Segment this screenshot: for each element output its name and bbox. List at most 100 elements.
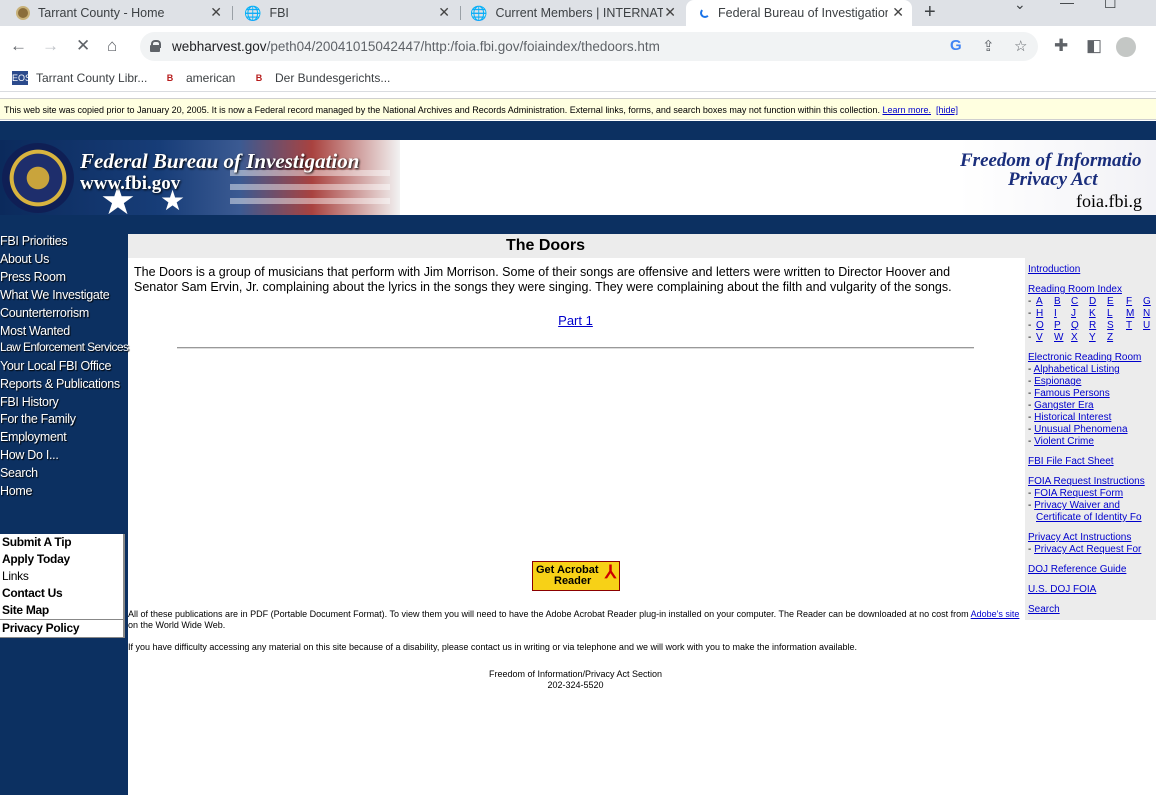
letter-link[interactable]: O (1036, 320, 1044, 331)
close-icon[interactable]: ✕ (438, 4, 450, 21)
forward-icon[interactable]: → (42, 36, 59, 56)
letter-link[interactable]: J (1071, 308, 1076, 319)
bookmark-american[interactable]: B american (162, 71, 236, 85)
contact-us-button[interactable]: Contact Us (0, 585, 125, 603)
letter-link[interactable]: H (1036, 308, 1043, 319)
letter-link[interactable]: S (1107, 320, 1114, 331)
nav-search[interactable]: Search (0, 466, 38, 480)
err-gangster-era-link[interactable]: Gangster Era (1034, 400, 1093, 411)
err-historical-interest-link[interactable]: Historical Interest (1034, 412, 1111, 423)
url-text[interactable]: webharvest.gov/peth04/20041015042447/htt… (172, 39, 660, 54)
letter-link[interactable]: G (1143, 296, 1151, 307)
home-icon[interactable]: ⌂ (107, 36, 117, 56)
letter-link[interactable]: Y (1089, 332, 1096, 343)
err-famous-persons-link[interactable]: Famous Persons (1034, 388, 1110, 399)
google-icon[interactable]: G (950, 37, 962, 54)
fbi-file-fact-sheet-link[interactable]: FBI File Fact Sheet (1028, 456, 1114, 467)
electronic-reading-room-link[interactable]: Electronic Reading Room (1028, 352, 1141, 363)
tab-search-chevron-icon[interactable]: ⌄ (1014, 0, 1026, 13)
certificate-identity-link[interactable]: Certificate of Identity Fo (1036, 512, 1142, 523)
letter-link[interactable]: U (1143, 320, 1150, 331)
bookmark-tarrant[interactable]: EOS Tarrant County Libr... (12, 71, 147, 85)
letter-link[interactable]: X (1071, 332, 1078, 343)
hide-notice-link[interactable]: [hide] (936, 105, 958, 115)
letter-link[interactable]: L (1107, 308, 1113, 319)
address-bar[interactable]: webharvest.gov/peth04/20041015042447/htt… (140, 32, 1038, 61)
privacy-act-instructions-link[interactable]: Privacy Act Instructions (1028, 532, 1131, 543)
nav-fbi-priorities[interactable]: FBI Priorities (0, 234, 68, 248)
nav-most-wanted[interactable]: Most Wanted (0, 324, 70, 338)
adobe-site-link[interactable]: Adobe's site (971, 609, 1020, 619)
nav-local-fbi-office[interactable]: Your Local FBI Office (0, 359, 111, 373)
letter-link[interactable]: B (1054, 296, 1061, 307)
minimize-icon[interactable]: — (1060, 0, 1074, 10)
letter-link[interactable]: A (1036, 296, 1043, 307)
submit-a-tip-button[interactable]: Submit A Tip (0, 534, 125, 552)
letter-link[interactable]: V (1036, 332, 1043, 343)
nav-press-room[interactable]: Press Room (0, 270, 66, 284)
nav-reports-publications[interactable]: Reports & Publications (0, 377, 120, 391)
profile-avatar-icon[interactable] (1116, 37, 1136, 57)
share-icon[interactable]: ⇪ (982, 37, 995, 55)
side-panel-icon[interactable]: ◧ (1086, 36, 1102, 56)
letter-link[interactable]: N (1143, 308, 1150, 319)
tab-current-members[interactable]: 🌐 Current Members | INTERNATI ✕ (464, 0, 684, 26)
foia-request-form-link[interactable]: FOIA Request Form (1034, 488, 1123, 499)
extensions-icon[interactable]: ✚ (1054, 36, 1068, 56)
close-icon[interactable]: ✕ (210, 4, 222, 21)
reading-room-index-link[interactable]: Reading Room Index (1028, 284, 1122, 295)
err-unusual-phenomena-link[interactable]: Unusual Phenomena (1034, 424, 1127, 435)
stop-icon[interactable]: ✕ (76, 36, 90, 56)
nav-how-do-i[interactable]: How Do I... (0, 448, 59, 462)
part-1-link[interactable]: Part 1 (558, 313, 593, 328)
letter-link[interactable]: Q (1071, 320, 1079, 331)
introduction-link[interactable]: Introduction (1028, 264, 1080, 275)
foia-banner[interactable]: Freedom of Informatio Privacy Act foia.f… (958, 140, 1156, 215)
nav-what-we-investigate[interactable]: What We Investigate (0, 288, 110, 302)
letter-link[interactable]: M (1126, 308, 1134, 319)
nav-employment[interactable]: Employment (0, 430, 67, 444)
get-acrobat-reader-button[interactable]: Get Acrobat Reader ⅄ (532, 561, 620, 591)
letter-link[interactable]: C (1071, 296, 1078, 307)
foia-request-instructions-link[interactable]: FOIA Request Instructions (1028, 476, 1145, 487)
back-icon[interactable]: ← (10, 36, 27, 56)
letter-link[interactable]: T (1126, 320, 1132, 331)
right-search-link[interactable]: Search (1028, 604, 1060, 615)
letter-link[interactable]: W (1054, 332, 1063, 343)
letter-link[interactable]: I (1054, 308, 1057, 319)
us-doj-foia-link[interactable]: U.S. DOJ FOIA (1028, 584, 1096, 595)
new-tab-button[interactable]: + (924, 1, 936, 24)
privacy-policy-button[interactable]: Privacy Policy (0, 620, 125, 638)
privacy-act-request-form-link[interactable]: Privacy Act Request For (1034, 544, 1141, 555)
maximize-icon[interactable]: ☐ (1104, 0, 1117, 12)
err-espionage-link[interactable]: Espionage (1034, 376, 1081, 387)
nav-fbi-history[interactable]: FBI History (0, 395, 59, 409)
links-button[interactable]: Links (0, 568, 125, 586)
fbi-banner[interactable]: ★ ★ Federal Bureau of Investigation www.… (0, 140, 400, 215)
close-icon[interactable]: ✕ (664, 4, 676, 21)
learn-more-link[interactable]: Learn more. (882, 105, 931, 115)
letter-link[interactable]: R (1089, 320, 1096, 331)
apply-today-button[interactable]: Apply Today (0, 551, 125, 569)
err-alphabetical-link[interactable]: Alphabetical Listing (1034, 364, 1120, 375)
letter-link[interactable]: P (1054, 320, 1061, 331)
letter-link[interactable]: E (1107, 296, 1114, 307)
nav-for-the-family[interactable]: For the Family (0, 412, 76, 426)
nav-counterterrorism[interactable]: Counterterrorism (0, 306, 89, 320)
tab-tarrant-county[interactable]: Tarrant County - Home ✕ (8, 0, 230, 26)
letter-link[interactable]: D (1089, 296, 1096, 307)
nav-law-enforcement-services[interactable]: Law Enforcement Services (0, 340, 129, 354)
bookmark-star-icon[interactable]: ☆ (1014, 37, 1027, 55)
letter-link[interactable]: Z (1107, 332, 1113, 343)
privacy-waiver-link[interactable]: Privacy Waiver and (1034, 500, 1120, 511)
tab-federal-bureau[interactable]: Federal Bureau of Investigation ✕ (686, 0, 912, 26)
letter-link[interactable]: F (1126, 296, 1132, 307)
letter-link[interactable]: K (1089, 308, 1096, 319)
err-violent-crime-link[interactable]: Violent Crime (1034, 436, 1094, 447)
doj-reference-guide-link[interactable]: DOJ Reference Guide (1028, 564, 1126, 575)
nav-home[interactable]: Home (0, 484, 32, 498)
close-icon[interactable]: ✕ (892, 4, 904, 21)
bookmark-bundesgericht[interactable]: B Der Bundesgerichts... (251, 71, 391, 85)
nav-about-us[interactable]: About Us (0, 252, 49, 266)
tab-fbi[interactable]: 🌐 FBI ✕ (236, 0, 458, 26)
